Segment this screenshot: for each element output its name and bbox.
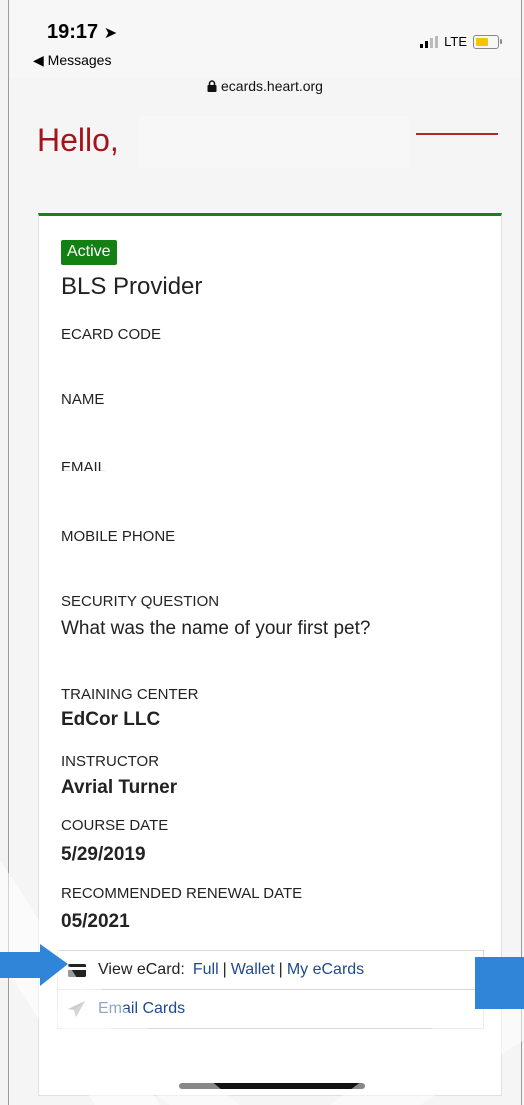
training-center-value: EdCor LLC (61, 709, 161, 730)
paper-plane-icon (68, 1001, 88, 1017)
status-indicators: LTE (420, 34, 502, 49)
page-header: Hello, (9, 104, 521, 186)
security-question-label: SECURITY QUESTION (61, 593, 220, 610)
redacted-mobile-value (39, 541, 339, 581)
battery-icon (473, 34, 502, 49)
course-date-value: 5/29/2019 (61, 844, 146, 865)
cell-signal-icon (420, 35, 439, 48)
redacted-email-value (39, 471, 339, 519)
email-label: EMAIL (61, 459, 107, 471)
redacted-name (139, 116, 409, 168)
ecard-actions: View eCard: Full | Wallet | My eCards Em… (57, 950, 484, 1029)
renewal-date-label: RECOMMENDED RENEWAL DATE (61, 885, 303, 902)
full-link[interactable]: Full (193, 961, 219, 979)
view-ecard-label: View eCard: (98, 961, 185, 978)
status-bar: 19:17 ➤ ◀ Messages LTE (9, 0, 521, 78)
status-time: 19:17 ➤ (47, 21, 117, 44)
url-text: ecards.heart.org (221, 78, 323, 94)
annotation-marker (475, 957, 524, 1009)
greeting-heading: Hello, (37, 122, 119, 158)
course-title: BLS Provider (61, 273, 203, 300)
view-ecard-row: View eCard: Full | Wallet | My eCards (58, 951, 483, 990)
my-ecards-link[interactable]: My eCards (287, 961, 364, 979)
email-cards-row[interactable]: Email Cards (58, 990, 483, 1028)
status-badge: Active (61, 240, 117, 265)
email-cards-link[interactable]: Email Cards (98, 1000, 185, 1018)
renewal-date-value: 05/2021 (61, 911, 130, 932)
separator: | (222, 961, 227, 978)
separator: | (278, 961, 283, 978)
mobile-phone-label: MOBILE PHONE (61, 528, 176, 541)
ecard-code-label: ECARD CODE (61, 326, 162, 343)
course-date-label: COURSE DATE (61, 817, 169, 834)
location-arrow-icon: ➤ (103, 25, 118, 42)
redacted-ecard-code (39, 346, 339, 386)
redacted-name-value (39, 412, 339, 452)
time-text: 19:17 (47, 21, 99, 43)
network-type: LTE (444, 34, 467, 49)
name-label: NAME (61, 391, 105, 408)
phone-screen: 19:17 ➤ ◀ Messages LTE ecards.heart.org … (8, 0, 522, 1105)
ecard-panel: Active BLS Provider ECARD CODE NAME EMAI… (38, 213, 502, 798)
wallet-link[interactable]: Wallet (231, 961, 275, 979)
back-to-messages[interactable]: ◀ Messages (33, 52, 111, 69)
credit-card-icon (68, 963, 88, 977)
header-rule (416, 133, 498, 135)
instructor-label: INSTRUCTOR (61, 753, 160, 770)
home-indicator[interactable] (179, 1083, 365, 1089)
ecard-panel-lower: COURSE DATE 5/29/2019 RECOMMENDED RENEWA… (38, 793, 502, 1096)
address-bar[interactable]: ecards.heart.org (9, 78, 521, 94)
lock-icon (207, 80, 217, 92)
training-center-label: TRAINING CENTER (61, 686, 199, 703)
security-question-value: What was the name of your first pet? (61, 618, 371, 639)
